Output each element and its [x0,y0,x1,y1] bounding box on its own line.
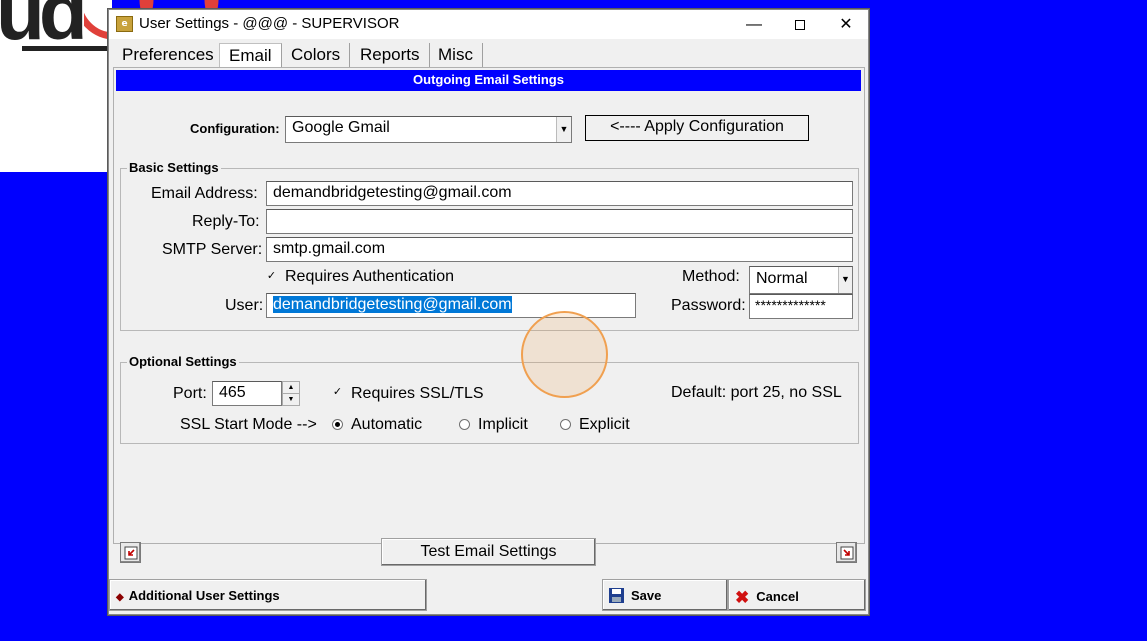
close-button[interactable]: ✕ [823,10,869,39]
email-address-field[interactable]: demandbridgetesting@gmail.com [266,181,853,206]
reply-to-field[interactable] [266,209,853,234]
tab-misc[interactable]: Misc [429,43,483,67]
page-forward-icon [840,546,854,560]
smtp-server-field[interactable]: smtp.gmail.com [266,237,853,262]
cursor-highlight [521,311,608,398]
method-select[interactable]: Normal ▼ [749,266,853,294]
app-icon: e [116,16,133,32]
radio-automatic[interactable] [332,419,343,430]
configuration-label: Configuration: [190,121,280,136]
radio-automatic-label: Automatic [351,416,423,433]
minimize-button[interactable]: — [731,10,777,39]
diamond-icon: ◆ [116,592,124,603]
configuration-select[interactable]: Google Gmail ▼ [285,116,572,143]
email-address-label: Email Address: [151,185,258,202]
window-title: User Settings - @@@ - SUPERVISOR [139,15,400,32]
previous-page-button[interactable] [120,542,141,563]
port-field[interactable]: 465 [212,381,282,406]
additional-user-settings-button[interactable]: ◆ Additional User Settings [109,579,427,611]
requires-authentication-label: Requires Authentication [285,268,454,285]
port-label: Port: [173,385,207,402]
save-icon [609,588,624,603]
port-spinner[interactable]: ▲ ▼ [282,381,300,406]
smtp-server-label: SMTP Server: [162,241,263,258]
method-label: Method: [682,268,740,285]
radio-implicit-label: Implicit [478,416,528,433]
maximize-button[interactable] [777,10,823,39]
password-label: Password: [671,297,746,314]
requires-authentication-checkbox[interactable]: ✓ [266,271,277,282]
chevron-down-icon: ▼ [838,267,852,293]
tab-reports[interactable]: Reports [351,43,430,67]
spin-up-icon[interactable]: ▲ [283,382,299,394]
tab-preferences[interactable]: Preferences [113,43,224,67]
cancel-button[interactable]: ✖ Cancel [728,579,866,611]
radio-explicit[interactable] [560,419,571,430]
optional-settings-title: Optional Settings [127,354,239,369]
password-field[interactable]: ************* [749,294,853,319]
method-value: Normal [756,270,808,287]
next-page-button[interactable] [836,542,857,563]
reply-to-label: Reply-To: [192,213,260,230]
radio-implicit[interactable] [459,419,470,430]
cancel-icon: ✖ [735,588,750,607]
tab-email[interactable]: Email [219,43,282,67]
cancel-label: Cancel [756,589,799,604]
user-value: demandbridgetesting@gmail.com [273,296,512,313]
ssl-start-mode-label: SSL Start Mode --> [180,416,317,433]
maximize-icon [795,19,805,30]
chevron-down-icon: ▼ [556,117,571,142]
user-settings-window: e User Settings - @@@ - SUPERVISOR — ✕ P… [108,9,869,615]
user-label: User: [225,297,264,314]
bottom-bar: ◆ Additional User Settings Save ✖ Cancel [109,577,868,614]
spin-down-icon[interactable]: ▼ [283,394,299,406]
save-button[interactable]: Save [602,579,728,611]
test-email-settings-button[interactable]: Test Email Settings [381,538,596,566]
save-label: Save [631,588,662,603]
requires-ssl-label: Requires SSL/TLS [351,385,484,402]
title-bar[interactable]: e User Settings - @@@ - SUPERVISOR — ✕ [109,10,868,39]
page-back-icon [124,546,138,560]
additional-user-settings-label: Additional User Settings [128,588,280,603]
basic-settings-title: Basic Settings [127,160,221,175]
tab-colors[interactable]: Colors [282,43,351,67]
apply-configuration-button[interactable]: <---- Apply Configuration [585,115,809,141]
requires-ssl-checkbox[interactable]: ✓ [332,387,343,398]
configuration-value: Google Gmail [292,119,390,136]
section-header: Outgoing Email Settings [116,70,861,91]
radio-explicit-label: Explicit [579,416,630,433]
default-port-note: Default: port 25, no SSL [671,384,842,401]
